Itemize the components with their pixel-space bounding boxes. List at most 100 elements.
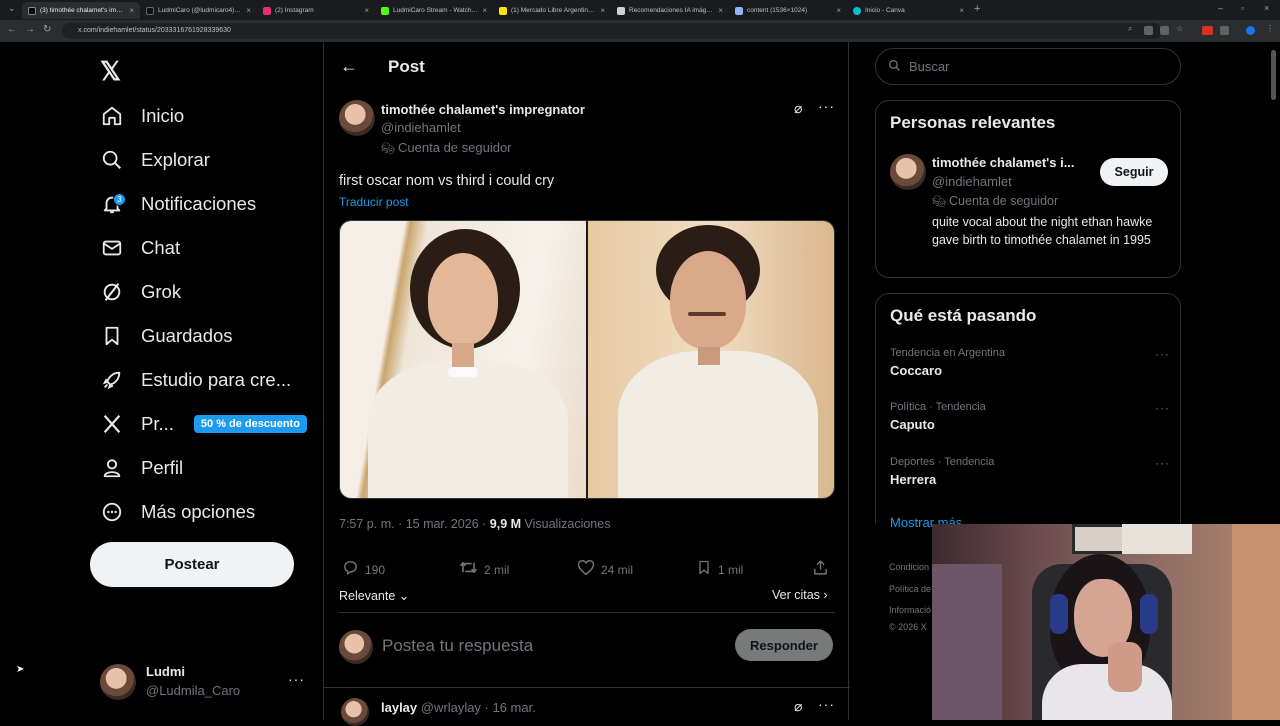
star-icon[interactable]: ☆ — [1176, 24, 1185, 33]
trend-item[interactable]: Política · Tendencia Caputo ··· — [890, 401, 1170, 432]
sidebar-item-premium[interactable]: Pr... 50 % de descuento — [100, 409, 307, 439]
post-button[interactable]: Postear — [90, 542, 294, 587]
post-timestamp[interactable]: 7:57 p. m. · 15 mar. 2026 · — [339, 517, 490, 531]
close-window-icon[interactable]: × — [1264, 3, 1269, 13]
sidebar-item-more[interactable]: Más opciones — [100, 497, 255, 527]
puzzle-icon[interactable] — [1220, 26, 1229, 35]
more-icon[interactable]: ··· — [818, 98, 835, 114]
close-icon[interactable]: × — [129, 6, 134, 15]
profile-icon[interactable] — [1246, 26, 1255, 35]
forward-icon[interactable]: → — [25, 24, 35, 35]
bookmark-count: 1 mil — [718, 563, 744, 577]
browser-tab[interactable]: Inicio - Canva × — [847, 2, 970, 19]
mask-icon: 🎭︎ — [381, 143, 399, 155]
url-input[interactable]: x.com/indiehamlet/status/203331676192833… — [62, 23, 1162, 39]
minimize-icon[interactable]: – — [1218, 3, 1223, 13]
x-logo-icon[interactable]: 𝕏 — [100, 56, 121, 87]
more-icon[interactable]: ··· — [288, 671, 305, 687]
more-icon[interactable]: ··· — [1155, 401, 1170, 415]
browser-tab[interactable]: LudmiCaro (@ludmicaro4) | TikTok × — [140, 2, 257, 19]
tab-search-icon[interactable]: ⌄ — [8, 3, 16, 14]
views-label: Visualizaciones — [521, 517, 611, 531]
reply-action[interactable]: 190 — [342, 559, 385, 581]
extension-icon[interactable] — [1202, 26, 1213, 35]
person-name[interactable]: timothée chalamet's i... — [932, 155, 1075, 170]
bookmark-icon — [100, 324, 124, 348]
footer-copyright: © 2026 X — [889, 622, 927, 632]
extension-icon[interactable] — [1144, 26, 1153, 35]
sidebar-item-notifications[interactable]: 3 Notificaciones — [100, 189, 256, 219]
sidebar-item-bookmarks[interactable]: Guardados — [100, 321, 233, 351]
sidebar-item-explore[interactable]: Explorar — [100, 145, 210, 175]
back-arrow-icon[interactable]: ← — [340, 56, 358, 77]
close-icon[interactable]: × — [836, 6, 841, 15]
close-icon[interactable]: × — [246, 6, 251, 15]
like-action[interactable]: 24 mil — [577, 559, 633, 581]
sidebar-item-creator-studio[interactable]: Estudio para cre... — [100, 365, 291, 395]
footer-link[interactable]: Política de — [889, 584, 931, 594]
sidebar-item-grok[interactable]: Grok — [100, 277, 181, 307]
sidebar-item-profile[interactable]: Perfil — [100, 453, 183, 483]
view-quotes-link[interactable]: Ver citas › — [772, 588, 828, 602]
close-icon[interactable]: × — [718, 6, 723, 15]
browser-tab[interactable]: Recomendaciones IA imágenes × — [611, 2, 729, 19]
post-media[interactable] — [339, 220, 835, 499]
back-icon[interactable]: ← — [7, 24, 17, 35]
reply-author[interactable]: laylay @wrlaylay · 16 mar. — [381, 700, 536, 715]
repost-action[interactable]: 2 mil — [459, 559, 509, 581]
author-avatar[interactable] — [339, 100, 375, 136]
author-handle[interactable]: @indiehamlet — [381, 120, 461, 135]
x-favicon-icon — [28, 6, 36, 15]
photo-right[interactable] — [588, 221, 834, 498]
more-icon[interactable]: ··· — [1155, 347, 1170, 361]
reply-author-avatar[interactable] — [341, 698, 369, 726]
translate-link[interactable]: Traducir post — [339, 195, 409, 209]
footer-link[interactable]: Informació — [889, 605, 931, 615]
grok-icon[interactable]: ⌀ — [794, 100, 802, 117]
trend-item[interactable]: Deportes · Tendencia Herrera ··· — [890, 456, 1170, 487]
avatar[interactable] — [890, 154, 926, 190]
maximize-icon[interactable]: ▫ — [1241, 3, 1244, 13]
reply-button[interactable]: Responder — [735, 629, 833, 661]
footer-link[interactable]: Condicion — [889, 562, 929, 572]
extension-icon[interactable] — [1160, 26, 1169, 35]
browser-tab[interactable]: (3) timothée chalamet's impregnator × — [22, 2, 140, 19]
close-icon[interactable]: × — [959, 6, 964, 15]
new-tab-icon[interactable]: + — [974, 3, 980, 15]
author-name[interactable]: timothée chalamet's impregnator — [381, 102, 585, 117]
sidebar-item-home[interactable]: Inicio — [100, 101, 184, 131]
more-icon[interactable]: ··· — [1155, 456, 1170, 470]
follow-button[interactable]: Seguir — [1100, 158, 1168, 186]
bell-icon: 3 — [100, 192, 126, 216]
account-switcher[interactable]: Ludmi @Ludmila_Caro ··· — [100, 662, 310, 702]
close-icon[interactable]: × — [364, 6, 369, 15]
trend-item[interactable]: Tendencia en Argentina Coccaro ··· — [890, 347, 1170, 378]
close-icon[interactable]: × — [600, 6, 605, 15]
browser-tab[interactable]: LudmiCaro Stream - Watch Live × — [375, 2, 493, 19]
notification-count-badge: 3 — [113, 193, 126, 206]
kick-favicon-icon — [381, 6, 389, 15]
zoom-icon[interactable]: ⌕ — [1128, 24, 1137, 33]
view-quotes-label: Ver citas — [772, 588, 820, 602]
sidebar-item-chat[interactable]: Chat — [100, 233, 180, 263]
canva-favicon-icon — [853, 6, 861, 15]
more-icon[interactable]: ··· — [818, 696, 835, 712]
search-input[interactable]: Buscar — [875, 48, 1181, 85]
browser-tab[interactable]: content (1536×1024) × — [729, 2, 847, 19]
reload-icon[interactable]: ↻ — [43, 24, 51, 35]
browser-tab[interactable]: (2) Instagram × — [257, 2, 375, 19]
bookmark-action[interactable]: 1 mil — [696, 559, 743, 581]
share-action[interactable] — [812, 559, 835, 581]
person-handle[interactable]: @indiehamlet — [932, 174, 1012, 189]
grok-icon[interactable]: ⌀ — [794, 698, 802, 715]
close-icon[interactable]: × — [482, 6, 487, 15]
account-label: 🎭︎ Cuenta de seguidor — [381, 140, 512, 155]
tab-label: (1) Mercado Libre Argentina - E — [511, 7, 597, 14]
photo-left[interactable] — [340, 221, 586, 498]
scrollbar[interactable] — [1271, 50, 1276, 100]
grok-icon — [100, 280, 124, 304]
sort-dropdown[interactable]: Relevante ⌄ — [339, 588, 409, 603]
reply-input[interactable]: Postea tu respuesta — [382, 636, 533, 656]
menu-icon[interactable]: ⋮ — [1266, 24, 1275, 33]
browser-tab[interactable]: (1) Mercado Libre Argentina - E × — [493, 2, 611, 19]
